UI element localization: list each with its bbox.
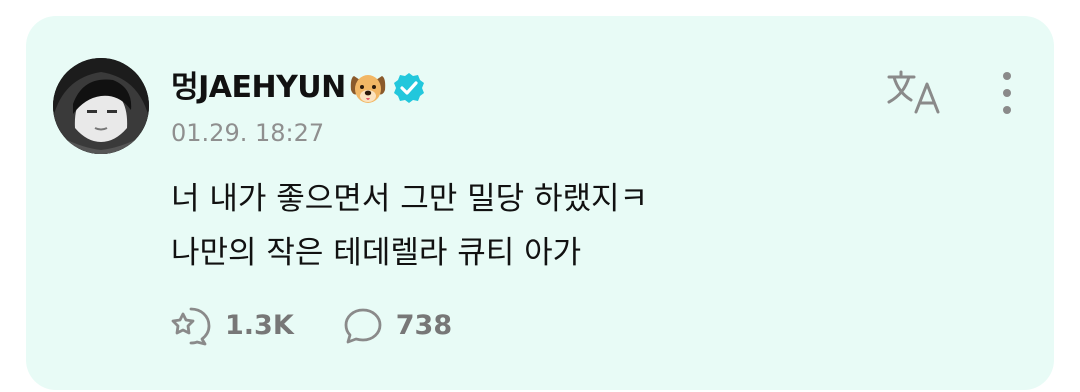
post-timestamp: 01.29. 18:27 (171, 119, 325, 147)
post-body: 너 내가 좋으면서 그만 밀당 하랬지ㅋ 나만의 작은 테데렐라 큐티 아가 (171, 172, 1011, 280)
translate-icon[interactable] (884, 68, 946, 118)
reaction-icon (171, 307, 211, 346)
avatar[interactable] (53, 58, 149, 154)
dog-face-icon (350, 75, 385, 103)
reaction-count: 1.3K (225, 310, 294, 341)
post-text-line: 너 내가 좋으면서 그만 밀당 하랬지ㅋ (171, 181, 649, 217)
post-card: 멍JAEHYUN 01.29. 18:27 너 내가 좋으면서 그만 밀당 하랬… (26, 16, 1054, 390)
verified-badge-icon (393, 73, 424, 103)
more-vertical-icon[interactable] (992, 68, 1022, 118)
post-text-line: 나만의 작은 테데렐라 큐티 아가 (171, 235, 582, 271)
comment-button[interactable]: 738 (342, 304, 452, 348)
post-actions: 1.3K 738 (171, 304, 452, 348)
reaction-button[interactable]: 1.3K (171, 304, 294, 348)
avatar-image (53, 58, 149, 154)
author-row: 멍JAEHYUN (171, 66, 426, 110)
comment-icon (344, 308, 382, 344)
author-name[interactable]: 멍JAEHYUN (171, 66, 346, 110)
comment-count: 738 (395, 310, 453, 341)
